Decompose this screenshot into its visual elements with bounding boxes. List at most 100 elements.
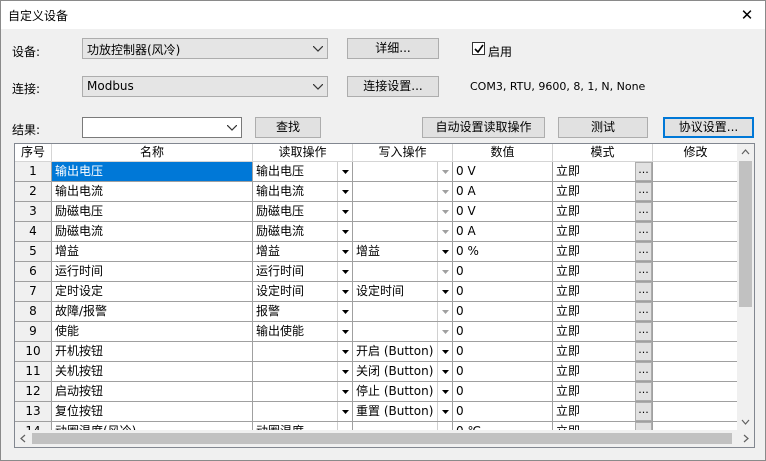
dropdown-arrow-icon[interactable] [437,362,452,381]
scroll-right-icon[interactable] [737,430,754,447]
table-row[interactable]: 3 励磁电压 励磁电压 0 V 立即... [15,202,739,222]
name-cell[interactable]: 开机按钮 [52,342,253,362]
read-op-cell[interactable]: 励磁电压 [253,202,353,222]
name-cell[interactable]: 定时设定 [52,282,253,302]
dropdown-arrow-icon[interactable] [337,342,352,361]
mode-browse-button[interactable]: ... [635,222,652,241]
write-op-cell[interactable]: 设定时间 [353,282,453,302]
dropdown-arrow-icon[interactable] [437,342,452,361]
value-cell[interactable]: 0 [453,362,553,382]
close-icon[interactable]: ✕ [729,1,765,29]
dropdown-arrow-icon[interactable] [337,302,352,321]
mode-cell[interactable]: 立即... [553,362,653,382]
dropdown-arrow-icon[interactable] [337,162,352,181]
modify-cell[interactable] [653,202,739,222]
read-op-cell[interactable]: 输出电流 [253,182,353,202]
mode-cell[interactable]: 立即... [553,302,653,322]
enable-checkbox[interactable] [472,42,485,55]
dropdown-arrow-icon[interactable] [337,202,352,221]
modify-cell[interactable] [653,182,739,202]
mode-cell[interactable]: 立即... [553,262,653,282]
mode-browse-button[interactable]: ... [635,302,652,321]
value-cell[interactable]: 0 [453,342,553,362]
mode-browse-button[interactable]: ... [635,202,652,221]
name-cell[interactable]: 增益 [52,242,253,262]
write-op-cell[interactable] [353,322,453,342]
mode-browse-button[interactable]: ... [635,262,652,281]
horizontal-scroll-thumb[interactable] [32,433,732,444]
connection-select[interactable]: Modbus [82,76,328,97]
vertical-scroll-thumb[interactable] [739,161,752,307]
value-cell[interactable]: 0 [453,262,553,282]
test-button[interactable]: 测试 [558,117,648,138]
mode-cell[interactable]: 立即... [553,222,653,242]
mode-cell[interactable]: 立即... [553,322,653,342]
read-op-cell[interactable] [253,342,353,362]
dropdown-arrow-icon[interactable] [437,162,452,181]
mode-browse-button[interactable]: ... [635,242,652,261]
name-cell[interactable]: 励磁电流 [52,222,253,242]
dropdown-arrow-icon[interactable] [437,382,452,401]
table-row[interactable]: 11 关机按钮 关闭 (Button) 0 立即... [15,362,739,382]
read-op-cell[interactable]: 运行时间 [253,262,353,282]
value-cell[interactable]: 0 A [453,182,553,202]
value-cell[interactable]: 0 [453,402,553,422]
name-cell[interactable]: 关机按钮 [52,362,253,382]
name-cell[interactable]: 复位按钮 [52,402,253,422]
modify-cell[interactable] [653,322,739,342]
dropdown-arrow-icon[interactable] [337,262,352,281]
device-select[interactable]: 功放控制器(风冷) [82,38,328,59]
mode-browse-button[interactable]: ... [635,182,652,201]
modify-cell[interactable] [653,162,739,182]
value-cell[interactable]: 0 % [453,242,553,262]
modify-cell[interactable] [653,302,739,322]
table-row[interactable]: 4 励磁电流 励磁电流 0 A 立即... [15,222,739,242]
scroll-up-icon[interactable] [737,144,754,161]
horizontal-scrollbar[interactable] [15,430,754,447]
table-row[interactable]: 10 开机按钮 开启 (Button) 0 立即... [15,342,739,362]
read-op-cell[interactable]: 输出使能 [253,322,353,342]
scroll-left-icon[interactable] [15,430,32,447]
write-op-cell[interactable] [353,162,453,182]
modify-cell[interactable] [653,342,739,362]
name-cell[interactable]: 故障/报警 [52,302,253,322]
write-op-cell[interactable] [353,202,453,222]
parameter-table[interactable]: 序号 名称 读取操作 写入操作 数值 模式 修改 1 输出电压 输出电压 0 V 立即.… [14,143,755,448]
write-op-cell[interactable] [353,222,453,242]
modify-cell[interactable] [653,222,739,242]
mode-cell[interactable]: 立即... [553,242,653,262]
mode-cell[interactable]: 立即... [553,162,653,182]
name-cell[interactable]: 励磁电压 [52,202,253,222]
name-cell[interactable]: 输出电压 [52,162,253,182]
dropdown-arrow-icon[interactable] [437,222,452,241]
dropdown-arrow-icon[interactable] [337,242,352,261]
mode-browse-button[interactable]: ... [635,282,652,301]
value-cell[interactable]: 0 V [453,202,553,222]
name-cell[interactable]: 启动按钮 [52,382,253,402]
protocol-settings-button[interactable]: 协议设置... [663,117,754,138]
dropdown-arrow-icon[interactable] [337,402,352,421]
table-row[interactable]: 9 使能 输出使能 0 立即... [15,322,739,342]
read-op-cell[interactable]: 输出电压 [253,162,353,182]
read-op-cell[interactable]: 报警 [253,302,353,322]
read-op-cell[interactable] [253,402,353,422]
table-row[interactable]: 8 故障/报警 报警 0 立即... [15,302,739,322]
connection-settings-button[interactable]: 连接设置... [347,76,439,97]
mode-browse-button[interactable]: ... [635,402,652,421]
dropdown-arrow-icon[interactable] [437,202,452,221]
mode-browse-button[interactable]: ... [635,322,652,341]
dropdown-arrow-icon[interactable] [437,282,452,301]
modify-cell[interactable] [653,262,739,282]
read-op-cell[interactable] [253,382,353,402]
value-cell[interactable]: 0 [453,322,553,342]
mode-browse-button[interactable]: ... [635,342,652,361]
value-cell[interactable]: 0 [453,282,553,302]
table-row[interactable]: 7 定时设定 设定时间 设定时间 0 立即... [15,282,739,302]
write-op-cell[interactable]: 增益 [353,242,453,262]
dropdown-arrow-icon[interactable] [337,182,352,201]
write-op-cell[interactable] [353,302,453,322]
name-cell[interactable]: 运行时间 [52,262,253,282]
dropdown-arrow-icon[interactable] [337,362,352,381]
write-op-cell[interactable]: 重置 (Button) [353,402,453,422]
table-row[interactable]: 6 运行时间 运行时间 0 立即... [15,262,739,282]
